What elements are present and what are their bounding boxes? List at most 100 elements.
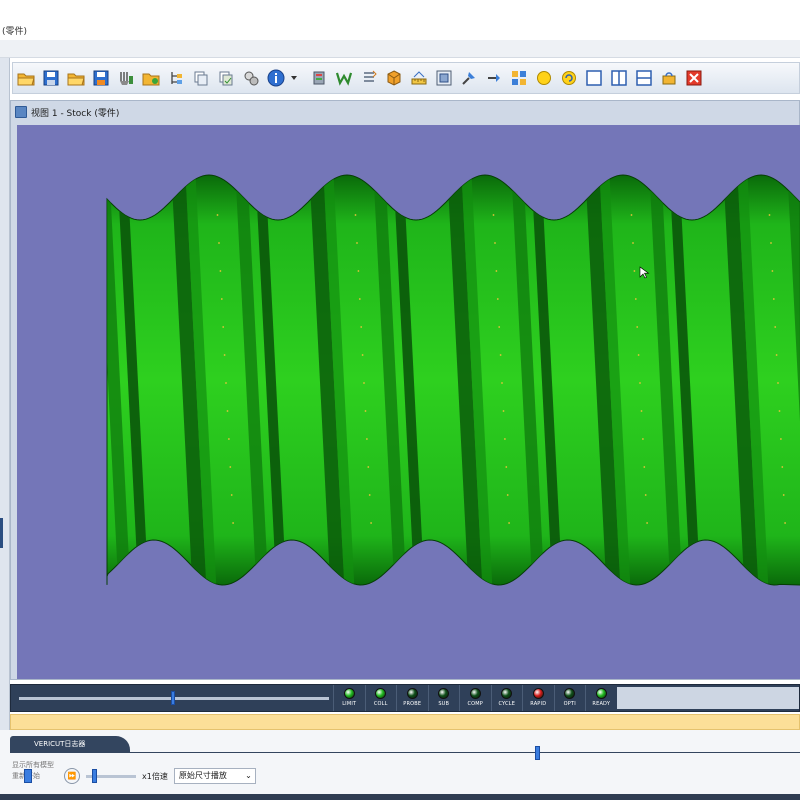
speed-label: x1倍速 xyxy=(142,771,168,781)
highlight-button[interactable] xyxy=(533,67,555,89)
fit-frame-button[interactable] xyxy=(433,67,455,89)
toolpath-point xyxy=(357,270,360,272)
open-folder-icon xyxy=(17,73,35,86)
toolpath-point xyxy=(84,326,86,328)
wizard-button[interactable] xyxy=(333,67,355,89)
led-indicator-icon xyxy=(595,688,607,699)
play-mode-select[interactable]: 原始尺寸播放 ⌄ xyxy=(173,768,256,784)
toolpath-point xyxy=(505,466,508,468)
led-indicator-icon xyxy=(501,688,513,699)
toolpath-point xyxy=(216,214,219,216)
toolpath-point xyxy=(642,438,644,440)
toolpath-point xyxy=(91,466,93,468)
copy-button[interactable] xyxy=(190,67,212,89)
logger-tab[interactable]: VERICUT日志器 xyxy=(10,736,130,752)
graphics-canvas[interactable] xyxy=(17,125,800,679)
toolpath-point xyxy=(492,214,495,216)
toolpath-point xyxy=(229,466,232,468)
playback-controls: ⏩ x1倍速 原始尺寸播放 ⌄ xyxy=(24,766,256,786)
led-comp: COMP xyxy=(459,685,491,711)
fast-forward-button[interactable]: ⏩ xyxy=(64,768,80,784)
toolpath-point xyxy=(83,298,85,300)
toolpath-point xyxy=(499,354,502,356)
folder-button[interactable] xyxy=(140,67,162,89)
thread-band xyxy=(31,125,73,679)
single-view-icon xyxy=(586,70,602,86)
open-project-button[interactable] xyxy=(15,67,37,89)
refresh-button[interactable] xyxy=(558,67,580,89)
led-label: CYCLE xyxy=(498,701,516,707)
zoom-in-button[interactable] xyxy=(458,67,480,89)
toolpath-point xyxy=(361,354,364,356)
toolpath-point xyxy=(768,214,771,216)
machine-settings-button[interactable] xyxy=(240,67,262,89)
main-toolbar xyxy=(12,62,800,94)
measure-icon xyxy=(411,71,427,85)
toolpath-point xyxy=(218,242,220,244)
led-label: LIMIT xyxy=(342,701,357,707)
toolpath-point xyxy=(630,214,633,216)
timeline-slider-thumb[interactable] xyxy=(170,691,175,705)
toolpath-point xyxy=(774,326,777,328)
panel-grip[interactable] xyxy=(0,518,3,548)
toolpath-point xyxy=(90,438,92,440)
w-icon xyxy=(336,72,352,86)
led-ready: READY xyxy=(585,685,617,711)
threaded-part xyxy=(31,125,800,679)
stock-button[interactable] xyxy=(308,67,330,89)
toolpath-point xyxy=(354,214,357,216)
nc-program-button[interactable] xyxy=(358,67,380,89)
toolpath-point xyxy=(780,438,782,440)
speed-slider-thumb[interactable] xyxy=(92,768,97,783)
zoom-out-icon xyxy=(488,74,500,82)
toolpath-point xyxy=(79,214,81,216)
toolpath-point xyxy=(778,410,781,412)
grid-view-button[interactable] xyxy=(508,67,530,89)
compare-button[interactable] xyxy=(215,67,237,89)
model-button[interactable] xyxy=(383,67,405,89)
view-window: 视图 1 - Stock (零件) xyxy=(10,100,800,680)
copy-icon xyxy=(219,71,233,86)
copy-icon xyxy=(194,71,208,86)
toolpath-point xyxy=(364,410,367,412)
toolpath-point xyxy=(86,354,88,356)
toolpath-point xyxy=(356,242,358,244)
toolpath-point xyxy=(784,522,786,524)
toolpath-point xyxy=(494,242,496,244)
toolpath-point xyxy=(633,270,636,272)
simulation-slider-thumb[interactable] xyxy=(534,746,540,760)
info-dropdown-button[interactable] xyxy=(290,67,298,89)
info-button[interactable] xyxy=(265,67,287,89)
toolpath-point xyxy=(360,326,363,328)
save-project-button[interactable] xyxy=(40,67,62,89)
view-tab[interactable]: 视图 1 - Stock (零件) xyxy=(15,103,119,121)
toolpath-point xyxy=(501,382,503,384)
step-slider-thumb[interactable] xyxy=(24,769,32,783)
fast-forward-icon: ⏩ xyxy=(67,772,77,780)
toolpath-point xyxy=(782,494,785,496)
single-view-button[interactable] xyxy=(583,67,605,89)
zoom-in-icon xyxy=(462,72,475,85)
open-file-button[interactable] xyxy=(65,67,87,89)
toolpath-point xyxy=(232,522,235,524)
close-view-button[interactable] xyxy=(683,67,705,89)
toolpath-point xyxy=(771,270,774,272)
toolpath-point xyxy=(87,382,89,384)
zoom-out-button[interactable] xyxy=(483,67,505,89)
save-as-button[interactable] xyxy=(90,67,112,89)
simulation-timeline[interactable] xyxy=(19,691,329,705)
led-indicator-icon xyxy=(532,688,544,699)
measure-button[interactable] xyxy=(408,67,430,89)
tool-manager-button[interactable] xyxy=(115,67,137,89)
speed-slider[interactable] xyxy=(86,768,136,783)
save-icon xyxy=(43,70,59,86)
toolpath-point xyxy=(639,382,641,384)
split-horizontal-button[interactable] xyxy=(633,67,655,89)
project-tree-button[interactable] xyxy=(165,67,187,89)
window-title: (零件) xyxy=(2,27,28,37)
wrench-icon xyxy=(120,72,133,85)
yellow-circle-icon xyxy=(537,71,551,85)
split-vertical-button[interactable] xyxy=(608,67,630,89)
toolpath-point xyxy=(770,242,772,244)
reset-model-button[interactable] xyxy=(658,67,680,89)
